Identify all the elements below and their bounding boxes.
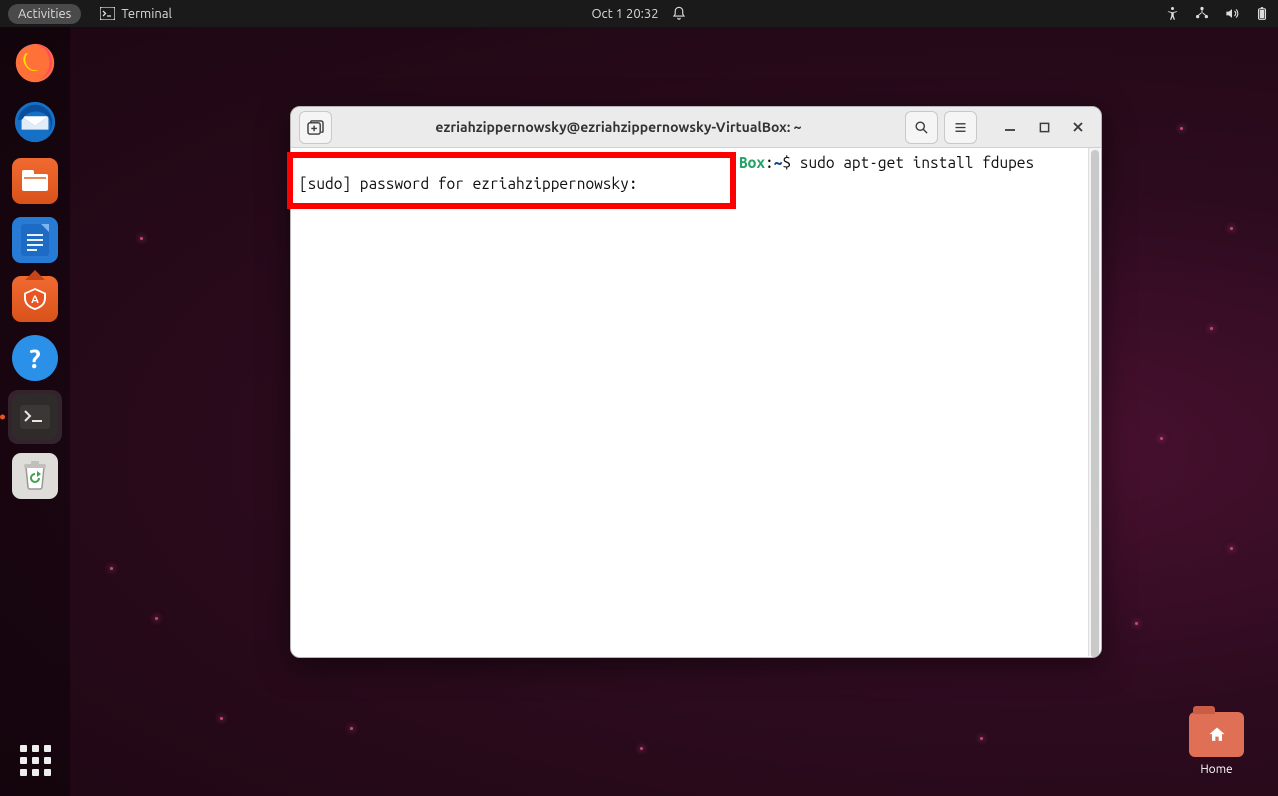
new-tab-button[interactable] [299,111,332,144]
dock-ubuntu-software[interactable]: A [8,272,62,326]
terminal-window: ezriahzippernowsky@ezriahzippernowsky-Vi… [290,106,1102,658]
svg-text:A: A [31,294,39,306]
dock-libreoffice-writer[interactable] [8,213,62,267]
show-applications[interactable] [13,738,57,782]
sudo-password-prompt: [sudo] password for ezriahzippernowsky: [299,175,646,192]
help-icon: ? [12,335,58,381]
dock-files[interactable] [8,154,62,208]
minimize-button[interactable] [1001,118,1019,136]
dock-help[interactable]: ? [8,331,62,385]
desktop-home-label: Home [1189,763,1244,776]
desktop-home-folder[interactable]: Home [1189,712,1244,776]
app-indicator[interactable]: Terminal [99,6,172,22]
software-icon: A [12,276,58,322]
terminal-tile-icon [12,394,58,440]
dock: A ? [0,27,70,796]
terminal-icon [99,6,115,22]
scrollbar[interactable] [1088,148,1100,656]
search-button[interactable] [905,111,938,144]
dock-firefox[interactable] [8,36,62,90]
prompt-suffix: $ [782,154,799,171]
window-titlebar[interactable]: ezriahzippernowsky@ezriahzippernowsky-Vi… [291,107,1101,148]
prompt-host: Box [739,154,765,171]
folder-icon [1189,712,1244,757]
dock-trash[interactable] [8,449,62,503]
command-text: sudo apt-get install fdupes [800,154,1034,171]
writer-icon [12,217,58,263]
dock-thunderbird[interactable] [8,95,62,149]
terminal-content[interactable]: Box:~$ sudo apt-get install fdupes [sudo… [291,148,1101,657]
activities-button[interactable]: Activities [8,4,81,24]
close-button[interactable] [1069,118,1087,136]
top-bar: Activities Terminal Oct 1 20:32 [0,0,1278,27]
menu-button[interactable] [944,111,977,144]
network-icon[interactable] [1194,6,1210,22]
trash-icon [12,453,58,499]
dock-terminal[interactable] [8,390,62,444]
maximize-button[interactable] [1035,118,1053,136]
clock[interactable]: Oct 1 20:32 [591,7,658,21]
app-indicator-label: Terminal [121,7,172,21]
accessibility-icon[interactable] [1164,6,1180,22]
power-icon[interactable] [1254,6,1270,22]
notification-icon[interactable] [671,6,687,22]
volume-icon[interactable] [1224,6,1240,22]
window-title: ezriahzippernowsky@ezriahzippernowsky-Vi… [338,119,899,135]
files-icon [12,158,58,204]
